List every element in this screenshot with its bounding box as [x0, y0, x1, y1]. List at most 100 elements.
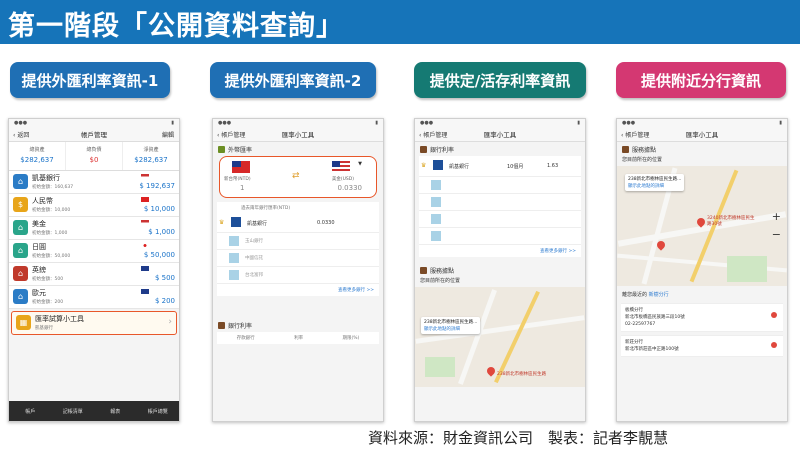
bubble-link[interactable]: 顯示此地點的詳細 [424, 326, 477, 332]
nav-bar: ‹ 帳戶管理 匯率小工具 [213, 127, 383, 142]
account-row[interactable]: ⌂ 美金 初始金額：1,000 $ 1,000 [9, 217, 179, 240]
account-amount: $ 1,000 [148, 228, 175, 236]
table-row[interactable]: 玉山銀行 [217, 233, 379, 250]
back-button[interactable]: ‹ 帳戶管理 [217, 130, 245, 139]
map-marker-icon[interactable] [771, 312, 777, 318]
location-bubble[interactable]: 238新北市樹林區民生路... 顯示此地點的詳細 [421, 317, 481, 334]
pill-nearby-branches: 提供附近分行資訊 [616, 62, 786, 98]
account-row[interactable]: ⌂ 日圓 初始金額：50,000 $ 50,000 [9, 240, 179, 263]
account-name: 人民幣 [32, 197, 53, 205]
page-title: 第一階段「公開資料查詢」 [8, 11, 344, 42]
map-marker-icon[interactable] [771, 342, 777, 348]
nav-title: 匯率小工具 [483, 131, 517, 139]
bubble-title: 238新北市樹林區民生路... [424, 320, 478, 325]
map-view[interactable]: 238新北市樹林區民生路... 顯示此地點的詳細 238新北市樹林區民生路 [415, 287, 585, 387]
pill-deposit-rates: 提供定/活存利率資訊 [414, 62, 586, 98]
map-view[interactable]: 238新北市樹林區民生路... 顯示此地點的詳細 3240新北市樹林區民生路30… [617, 166, 787, 286]
swap-icon[interactable]: ⇄ [292, 171, 300, 181]
from-amount[interactable]: 1 [240, 184, 244, 192]
phone-screen-accounts: ●●● ▮ ‹ 返回 帳戶管理 編輯 總資產 $282,637 總負債 $0 淨資產 $… [8, 118, 180, 422]
crown-icon: ♛ [219, 219, 225, 226]
table-row[interactable] [419, 211, 581, 228]
bubble-link[interactable]: 顯示此地點的詳細 [628, 183, 681, 189]
account-row[interactable]: ⌂ 歐元 初始金額：200 $ 200 [9, 286, 179, 309]
deposit-rate-table: ♛ 凱基銀行 10個月 1.63 查看更多銀行 >> [419, 156, 581, 257]
account-amount: $ 500 [154, 274, 175, 282]
bank-icon: ⌂ [13, 220, 28, 235]
bank-icon: ⌂ [13, 174, 28, 189]
rate: 1.63 [547, 163, 559, 169]
currency-converter: 新台幣(NTD) 1 ⇄ ▼ 美金(USD) 0.0330 [219, 156, 377, 198]
location-bubble[interactable]: 238新北市樹林區民生路... 顯示此地點的詳細 [625, 174, 685, 191]
branch-card[interactable]: 新莊分行 新北市新莊區中正路100號 [621, 335, 783, 357]
account-sub: 初始金額：160,637 [32, 185, 74, 190]
phone-screen-deposit-rates: ●●● ▮ ‹ 帳戶管理 匯率小工具 銀行利率 ♛ 凱基銀行 10個月 1.63 … [414, 118, 586, 422]
section-header: 銀行利率 [415, 142, 585, 156]
zoom-out-button[interactable]: − [772, 228, 781, 241]
tab-accounts[interactable]: 帳戶 [9, 401, 52, 421]
summary-label: 淨資產 [143, 147, 159, 153]
account-sub: 初始金額：50,000 [32, 254, 71, 259]
table-row[interactable]: ♛ 凱基銀行 0.0330 [217, 214, 379, 233]
account-row[interactable]: $ 人民幣 初始金額：10,000 $ 10,000 [9, 194, 179, 217]
account-sub: 初始金額：1,000 [32, 231, 68, 236]
back-button[interactable]: ‹ 返回 [13, 130, 29, 139]
bank-logo-icon [431, 197, 441, 207]
chevron-right-icon: › [168, 317, 172, 327]
bank-logo-icon [229, 236, 239, 246]
table-row[interactable]: 台北富邦 [217, 267, 379, 284]
summary-value: $282,637 [134, 156, 168, 164]
pill-fx-rates-1: 提供外匯利率資訊-1 [10, 62, 170, 98]
account-name: 歐元 [32, 289, 46, 297]
tab-bar: 帳戶 記帳清單 報表 帳戶總覽 [9, 401, 179, 421]
nearest-branch-link[interactable]: 新樹分行 [649, 292, 669, 298]
table-row[interactable] [419, 194, 581, 211]
section-header: 外幣匯率 [213, 142, 383, 156]
branch-card[interactable]: 板橋分行 新北市板橋區民族路三段10號 02-22597767 [621, 303, 783, 332]
nearest-branch-header: 離您最近的 新樹分行 [622, 292, 669, 298]
store-icon [420, 266, 427, 274]
zoom-in-button[interactable]: + [772, 210, 781, 223]
branch-phone[interactable]: 02-22597767 [625, 321, 779, 328]
nav-title: 匯率小工具 [281, 131, 315, 139]
crown-icon: ♛ [421, 162, 427, 169]
chevron-down-icon[interactable]: ▼ [358, 161, 362, 167]
more-banks-link[interactable]: 查看更多銀行 >> [419, 245, 581, 257]
table-row[interactable] [419, 228, 581, 245]
table-row[interactable]: 中國信託 [217, 250, 379, 267]
account-row[interactable]: ⌂ 凱基銀行 初始金額：160,637 $ 192,637 [9, 171, 179, 194]
back-button[interactable]: ‹ 帳戶管理 [419, 130, 447, 139]
bubble-title: 238新北市樹林區民生路... [628, 177, 682, 182]
back-button[interactable]: ‹ 帳戶管理 [621, 130, 649, 139]
summary-label: 總負債 [86, 147, 102, 153]
nav-title: 匯率小工具 [685, 131, 719, 139]
account-name: 英鎊 [32, 266, 46, 274]
account-sub: 初始金額：200 [32, 300, 64, 305]
rate-table-header: 存款銀行 利率 期限(%) [217, 332, 379, 344]
status-bar: ●●● ▮ [213, 119, 383, 127]
account-amount: $ 10,000 [143, 205, 175, 213]
tab-reports[interactable]: 報表 [94, 401, 137, 421]
flag-icon [141, 220, 149, 225]
bank-rate: 0.0330 [317, 220, 335, 226]
bank-icon: ⌂ [13, 289, 28, 304]
to-currency-label: 美金(USD) [331, 177, 354, 182]
map-pin-icon[interactable] [485, 365, 497, 377]
flag-icon [141, 174, 149, 179]
branch-name: 新莊分行 [625, 340, 643, 345]
tab-ledger[interactable]: 記帳清單 [52, 401, 95, 421]
phone-screen-branches: ●●● ▮ ‹ 帳戶管理 匯率小工具 服務據點 您目前所在的位置 238新北市樹林… [616, 118, 788, 422]
from-currency-label: 新台幣(NTD) [224, 177, 251, 182]
nav-title: 帳戶管理 [81, 131, 107, 139]
term: 10個月 [507, 164, 524, 170]
fx-calculator-row[interactable]: ▦ 匯率試算小工具 凱基銀行 › [11, 311, 177, 335]
edit-button[interactable]: 編輯 [162, 130, 174, 139]
tab-overview[interactable]: 帳戶總覽 [137, 401, 180, 421]
bank-icon: ⌂ [13, 243, 28, 258]
more-banks-link[interactable]: 查看更多銀行 >> [217, 284, 379, 296]
account-row[interactable]: ⌂ 英鎊 初始金額：500 $ 500 [9, 263, 179, 286]
table-row[interactable]: ♛ 凱基銀行 10個月 1.63 [419, 156, 581, 177]
nav-bar: ‹ 帳戶管理 匯率小工具 [617, 127, 787, 142]
table-row[interactable] [419, 177, 581, 194]
flag-icon [141, 289, 149, 294]
